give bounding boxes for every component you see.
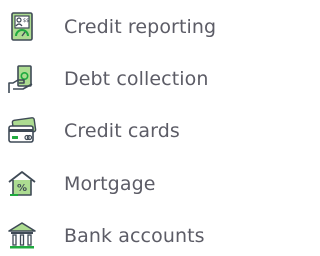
credit-cards-icon [4, 113, 40, 149]
credit-report-icon: $$ [4, 9, 40, 45]
topic-menu: $$ Credit reporting Debt collection Cred… [0, 0, 246, 256]
menu-item-credit-reporting[interactable]: $$ Credit reporting [0, 8, 246, 46]
debt-collection-icon [4, 61, 40, 97]
menu-item-label: Bank accounts [64, 225, 205, 247]
bank-icon [4, 218, 40, 254]
menu-item-credit-cards[interactable]: Credit cards [0, 112, 246, 150]
mortgage-icon: % [4, 166, 40, 202]
menu-item-debt-collection[interactable]: Debt collection [0, 60, 246, 98]
menu-item-label: Debt collection [64, 68, 209, 90]
menu-item-mortgage[interactable]: % Mortgage [0, 165, 246, 203]
menu-item-label: Credit reporting [64, 16, 217, 38]
menu-item-bank-accounts[interactable]: Bank accounts [0, 217, 246, 255]
menu-item-label: Mortgage [64, 173, 156, 195]
svg-text:$$: $$ [23, 18, 29, 24]
menu-item-label: Credit cards [64, 120, 180, 142]
svg-text:%: % [17, 183, 27, 194]
